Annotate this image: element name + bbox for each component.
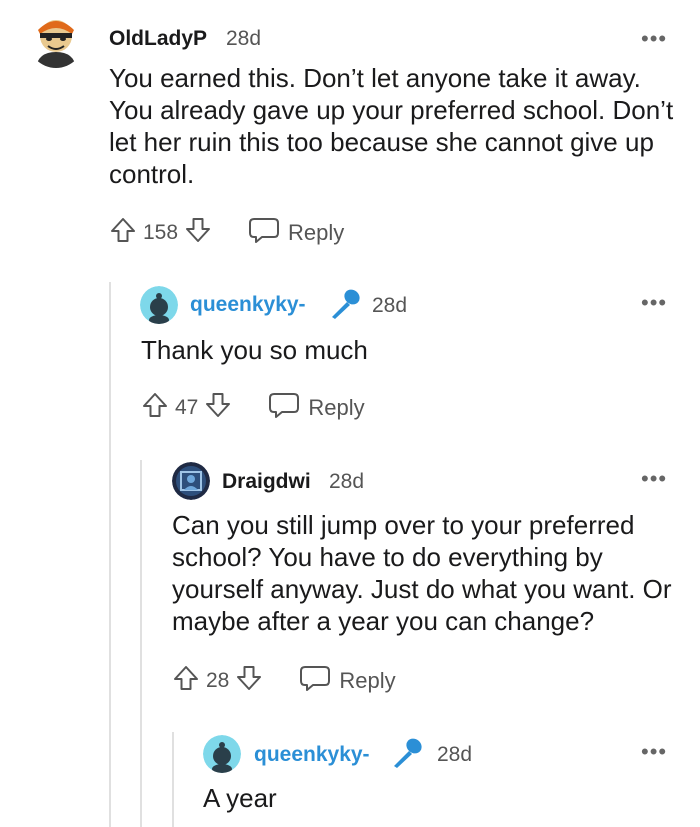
- timestamp: 28d: [437, 743, 473, 766]
- timestamp: 28d: [226, 27, 262, 50]
- thread-line: [172, 732, 174, 827]
- comment-body: Thank you so much: [141, 335, 368, 365]
- comment-actions: 47 Reply: [141, 390, 365, 426]
- more-options-button[interactable]: •••: [641, 468, 667, 490]
- more-options-button[interactable]: •••: [641, 741, 667, 763]
- comment-actions: 158 Reply: [109, 215, 344, 251]
- vote-controls: 47: [141, 391, 232, 425]
- comment-actions: 28 Reply: [172, 663, 396, 699]
- speech-bubble-icon: [268, 391, 308, 425]
- more-options-button[interactable]: •••: [641, 28, 667, 50]
- timestamp: 28d: [329, 470, 365, 493]
- reply-label: Reply: [288, 220, 345, 245]
- speech-bubble-icon: [248, 216, 288, 250]
- thread-line: [109, 282, 111, 827]
- score: 28: [206, 669, 230, 692]
- arrow-up-icon[interactable]: [109, 216, 137, 250]
- microphone-icon: [328, 288, 362, 325]
- reply-label: Reply: [339, 668, 396, 693]
- username[interactable]: queenkyky-: [254, 743, 370, 767]
- username[interactable]: Draigdwi: [222, 470, 311, 494]
- arrow-up-icon[interactable]: [141, 391, 169, 425]
- timestamp: 28d: [372, 294, 408, 317]
- arrow-down-icon[interactable]: [204, 391, 232, 425]
- comment-body: Can you still jump over to your preferre…: [172, 510, 672, 636]
- reply-label: Reply: [308, 395, 365, 420]
- arrow-down-icon[interactable]: [184, 216, 212, 250]
- username[interactable]: queenkyky-: [190, 293, 306, 317]
- score: 47: [175, 396, 199, 419]
- arrow-up-icon[interactable]: [172, 664, 200, 698]
- avatar[interactable]: [172, 462, 210, 500]
- arrow-down-icon[interactable]: [235, 664, 263, 698]
- avatar[interactable]: [28, 12, 84, 68]
- reply-button[interactable]: Reply: [268, 391, 365, 425]
- speech-bubble-icon: [299, 664, 339, 698]
- reply-button[interactable]: Reply: [248, 216, 344, 250]
- vote-controls: 158: [109, 216, 212, 250]
- reply-button[interactable]: Reply: [299, 664, 396, 698]
- score: 158: [143, 221, 179, 244]
- comment-body: A year: [203, 783, 277, 813]
- vote-controls: 28: [172, 664, 263, 698]
- thread-line: [140, 460, 142, 827]
- username[interactable]: OldLadyP: [109, 27, 207, 51]
- more-options-button[interactable]: •••: [641, 292, 667, 314]
- avatar[interactable]: [140, 286, 178, 324]
- avatar[interactable]: [203, 735, 241, 773]
- comment-body: You earned this. Don’t let anyone take i…: [109, 63, 674, 189]
- microphone-icon: [390, 737, 424, 774]
